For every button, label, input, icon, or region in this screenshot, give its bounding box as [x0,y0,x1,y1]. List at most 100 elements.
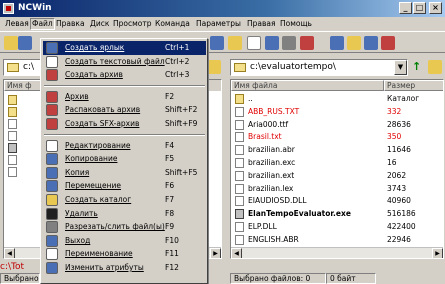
file-size: 2062 [387,170,407,180]
user-icon[interactable] [381,36,395,50]
file-row[interactable]: ElanTempoEvaluator.exe 516186 [231,208,443,220]
file-menu-item[interactable]: Выход F10 [43,234,206,248]
menu-item-label: Выход [65,235,91,245]
file-menu-item[interactable]: Редактирование F4 [43,139,206,153]
file-menu-item[interactable]: Изменить атрибуты F12 [43,261,206,275]
menu-item-label: Изменить атрибуты [65,263,144,272]
left-path: c:\ [23,62,35,72]
view-icon[interactable] [210,36,224,50]
file-row[interactable]: ABB_RUS.TXT 332 [231,106,443,118]
file-row[interactable]: ENGLISH.ABR 22946 [231,234,443,246]
file-menu-item[interactable]: Архив F2 [43,90,206,104]
network-icon[interactable] [330,36,344,50]
settings-icon[interactable] [282,36,296,50]
file-menu-item[interactable]: Удалить F8 [43,207,206,221]
minimize-button[interactable]: _ [399,2,412,14]
scroll-right-button[interactable]: ▶ [432,248,443,258]
file-menu-item[interactable]: Копирование F5 [43,152,206,166]
file-row[interactable]: EIAUDIOSD.DLL 40960 [231,195,443,207]
menu-item-shortcut: F2 [165,91,175,101]
file-row[interactable]: Aria000.ttf 28636 [231,119,443,131]
menu-left[interactable]: Левая [3,18,31,30]
scroll-left-button[interactable]: ◀ [231,248,242,258]
file-name: brazilian.abr [248,145,295,155]
archive-icon[interactable] [300,36,314,50]
file-size: 422400 [387,222,416,231]
menu-item-shortcut: F8 [165,208,175,218]
right-col-size[interactable]: Размер [384,80,443,91]
file-row[interactable]: Brasil.txt 350 [231,131,443,143]
menu-bar: Левая Файл Правка Диск Просмотр Команда … [0,17,445,31]
document-icon[interactable] [247,36,261,50]
search-icon[interactable] [347,36,361,50]
left-col-name[interactable]: Имя ф [4,80,44,91]
file-menu-item[interactable]: Создать каталог F7 [43,193,206,207]
left-panel-folder-icon[interactable] [207,60,221,74]
file-size: 40960 [387,196,411,206]
up-arrow-icon[interactable]: ↑ [412,60,426,74]
menu-command[interactable]: Команда [153,18,192,30]
scroll-right-button[interactable]: ▶ [210,248,221,258]
right-panel: c:\evaluatortempo\ ▼ ↑ Имя файла Размер … [228,57,445,262]
file-row[interactable]: ELP.DLL 422400 [231,221,443,233]
chevron-down-icon[interactable]: ▼ [394,60,407,75]
file-name: Brasil.txt [248,132,282,142]
menu-item-shortcut: Shift+F9 [165,119,198,128]
menu-options[interactable]: Параметры [194,18,243,30]
file-size: 350 [387,132,402,142]
folder-icon[interactable] [4,36,18,50]
menu-item-icon [46,153,58,166]
menu-item-label: Создать ярлык [65,43,125,52]
file-icon [8,143,17,153]
menu-disk[interactable]: Диск [88,18,111,30]
file-menu-item[interactable]: Разрезать/слить файл(ы) F9 [43,220,206,234]
menu-item-shortcut: F4 [165,140,175,150]
menu-item-label: Создать SFX-архив [65,119,140,128]
file-menu-dropdown: Создать ярлык Ctrl+1 Создать текстовый фай… [40,38,208,284]
menu-edit[interactable]: Правка [54,18,87,30]
right-drive-combo[interactable]: c:\evaluatortempo\ ▼ [230,59,408,76]
file-row[interactable]: brazilian.exc 16 [231,157,443,169]
file-menu-item[interactable]: Перемещение F6 [43,179,206,193]
file-menu-item[interactable]: Копия Shift+F5 [43,166,206,180]
file-icon [235,234,244,245]
menu-item-shortcut: F11 [165,249,179,259]
menu-item-shortcut: F5 [165,154,175,164]
menu-item-icon [46,104,58,117]
right-panel-folder-icon[interactable] [428,60,442,74]
scroll-left-button[interactable]: ◀ [4,248,15,258]
file-menu-item[interactable]: Создать SFX-архив Shift+F9 [43,117,206,131]
menu-help[interactable]: Помощь [278,18,314,30]
menu-item-label: Копия [65,167,90,177]
refresh-icon[interactable] [364,36,378,50]
right-file-list[interactable]: Имя файла Размер .. Каталог ABB_RUS.TXT 332… [230,79,444,259]
maximize-button[interactable]: □ [413,2,426,14]
menu-right[interactable]: Правая [245,18,278,30]
menu-item-label: Удалить [65,208,98,218]
file-menu-item[interactable]: Создать текстовый файл Ctrl+2 [43,55,206,69]
menu-view[interactable]: Просмотр [111,18,154,30]
title-bar[interactable]: NCWin _ □ × [0,0,445,17]
left-drive-combo[interactable]: c:\ [3,59,45,76]
file-row[interactable]: brazilian.lex 3743 [231,183,443,195]
file-icon [235,132,244,143]
file-menu-item[interactable]: Переименование F11 [43,247,206,261]
copy-icon[interactable] [265,36,279,50]
right-hscrollbar[interactable]: ◀ ▶ [231,247,443,258]
right-col-name[interactable]: Имя файла [231,80,384,91]
close-button[interactable]: × [429,2,442,14]
open-folder-icon[interactable] [228,36,242,50]
menu-item-icon [46,55,58,68]
menu-file[interactable]: Файл [30,18,55,30]
file-menu-item[interactable]: Создать архив Ctrl+3 [43,68,206,82]
file-row[interactable]: brazilian.ext 2062 [231,170,443,182]
file-row[interactable]: .. Каталог [231,93,443,105]
file-menu-item[interactable]: Создать ярлык Ctrl+1 [43,41,206,55]
shortcut-icon[interactable] [18,36,32,50]
menu-item-shortcut: F7 [165,195,175,204]
file-icon [235,170,244,181]
menu-item-label: Создать каталог [65,195,132,204]
file-name: ElanTempoEvaluator.exe [248,209,351,219]
file-menu-item[interactable]: Распаковать архив Shift+F2 [43,103,206,117]
file-row[interactable]: brazilian.abr 11646 [231,144,443,156]
